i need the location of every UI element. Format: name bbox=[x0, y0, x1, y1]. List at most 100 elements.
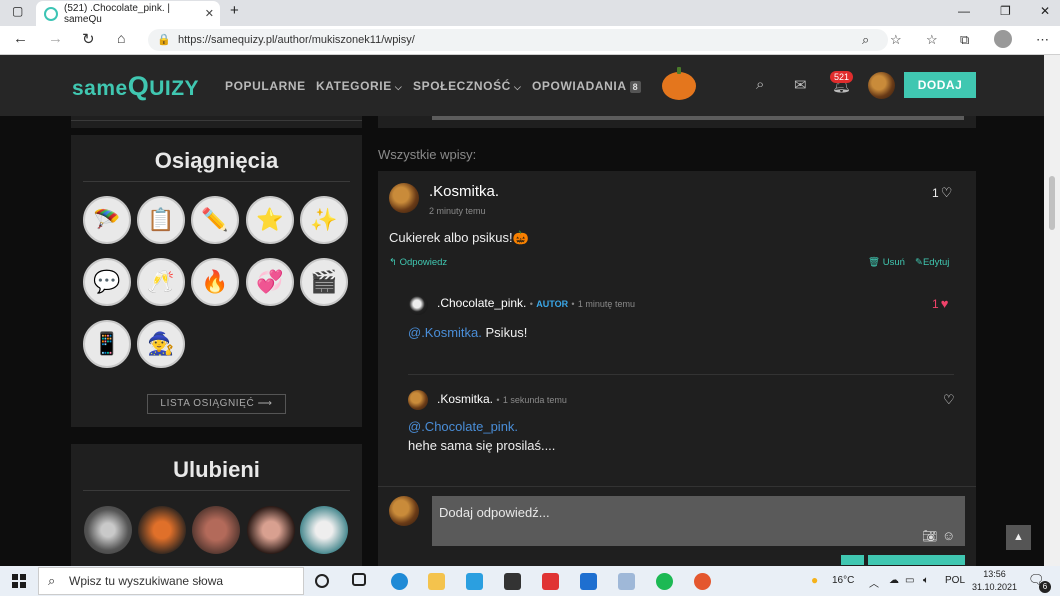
battery-icon[interactable]: ▭ bbox=[905, 575, 914, 586]
mail-app-icon[interactable] bbox=[580, 573, 597, 590]
fire-icon[interactable]: 🔥 bbox=[191, 258, 239, 306]
app-tools-icon[interactable] bbox=[618, 573, 635, 590]
clipboard-icon[interactable]: 📋 bbox=[137, 196, 185, 244]
divider bbox=[83, 181, 350, 182]
close-window-icon[interactable]: ✕ bbox=[1040, 4, 1050, 18]
favourite-user-avatar[interactable] bbox=[192, 506, 240, 554]
profile-avatar-icon[interactable] bbox=[994, 30, 1012, 48]
forward-icon[interactable]: → bbox=[48, 30, 63, 47]
user-avatar[interactable] bbox=[868, 72, 895, 99]
app-l-icon[interactable] bbox=[466, 573, 483, 590]
submit-button-edge[interactable] bbox=[841, 555, 864, 565]
minimize-icon[interactable]: — bbox=[958, 4, 970, 18]
author-badge: AUTOR bbox=[536, 299, 569, 309]
reply-like[interactable]: ♡ bbox=[941, 392, 955, 408]
mail-icon[interactable]: ✉ bbox=[794, 76, 807, 94]
mention-link[interactable]: @.Kosmitka. bbox=[408, 325, 482, 340]
post-like[interactable]: 1 ♡ bbox=[932, 185, 952, 201]
cheers-icon[interactable]: 🥂 bbox=[137, 258, 185, 306]
volume-icon[interactable]: 🔈︎ bbox=[923, 575, 929, 586]
store-icon[interactable] bbox=[504, 573, 521, 590]
favourite-user-avatar[interactable] bbox=[84, 506, 132, 554]
tray-chevron-icon[interactable]: ︿ bbox=[869, 575, 879, 590]
search-icon[interactable]: ⌕ bbox=[756, 76, 764, 93]
weather-sun-icon[interactable]: ● bbox=[811, 573, 818, 587]
menu-opowiadania[interactable]: OPOWIADANIA 8 bbox=[532, 79, 642, 93]
favourite-user-avatar[interactable] bbox=[247, 506, 295, 554]
favourite-user-avatar[interactable] bbox=[300, 506, 348, 554]
director-chair-icon[interactable]: 🎬 bbox=[300, 258, 348, 306]
mention-link[interactable]: @.Chocolate_pink. bbox=[408, 419, 518, 434]
tab-actions-icon[interactable]: ▢ bbox=[12, 4, 23, 18]
scroll-to-top-button[interactable]: ▲ bbox=[1006, 525, 1031, 550]
post-author-avatar[interactable] bbox=[389, 183, 419, 213]
collections-icon[interactable]: ⧉ bbox=[960, 32, 969, 48]
emoji-icon[interactable]: ☺ bbox=[942, 528, 955, 543]
samequizy-logo[interactable]: sameQUIZY bbox=[72, 71, 199, 102]
cortana-icon[interactable] bbox=[315, 574, 329, 588]
url-text: https://samequizy.pl/author/mukiszonek11… bbox=[178, 34, 415, 46]
reply-action[interactable]: ↰ Odpowiedz bbox=[389, 257, 447, 268]
parachute-icon[interactable]: 🪂 bbox=[83, 196, 131, 244]
clock[interactable]: 13:56 31.10.2021 bbox=[972, 568, 1017, 594]
logo-same-text: same bbox=[72, 77, 128, 100]
favorites-icon[interactable]: ☆ bbox=[926, 32, 938, 48]
onedrive-icon[interactable]: ☁ bbox=[889, 575, 899, 586]
post-author-name[interactable]: .Kosmitka. bbox=[429, 183, 499, 200]
reply-like[interactable]: 1 ♥ bbox=[932, 296, 948, 311]
reply-input[interactable]: Dodaj odpowiedź... bbox=[432, 496, 965, 546]
weather-temp[interactable]: 16°C bbox=[832, 575, 854, 586]
browser-tab-bar: ▢ (521) .Chocolate_pink. | sameQu ✕ + — … bbox=[0, 0, 1060, 26]
camera-icon[interactable]: 📷︎ bbox=[922, 529, 937, 543]
spotify-icon[interactable] bbox=[656, 573, 673, 590]
reply-author-avatar[interactable] bbox=[408, 390, 428, 410]
language-indicator[interactable]: POL bbox=[945, 575, 965, 586]
page-scrollbar[interactable] bbox=[1044, 55, 1060, 566]
windows-start-icon[interactable] bbox=[12, 574, 26, 588]
zoom-icon[interactable]: ⌕ bbox=[862, 32, 869, 48]
app-red-icon[interactable] bbox=[542, 573, 559, 590]
browser-tab[interactable]: (521) .Chocolate_pink. | sameQu ✕ bbox=[36, 1, 220, 26]
scrollbar-thumb[interactable] bbox=[1049, 176, 1055, 230]
delete-action[interactable]: 🗑︎ Usuń bbox=[868, 257, 905, 268]
edge-icon[interactable] bbox=[391, 573, 408, 590]
maps-pin-icon[interactable] bbox=[694, 573, 711, 590]
reply-text: hehe sama się prosilaś.... bbox=[408, 438, 556, 453]
refresh-icon[interactable]: ↻ bbox=[82, 30, 95, 48]
submit-reply-button[interactable] bbox=[868, 555, 965, 565]
pencil-icon[interactable]: ✏️ bbox=[191, 196, 239, 244]
menu-kategorie[interactable]: KATEGORIE ⌵ bbox=[316, 79, 402, 93]
address-bar[interactable]: 🔒 https://samequizy.pl/author/mukiszonek… bbox=[148, 29, 888, 51]
taskbar-search[interactable]: ⌕ Wpisz tu wyszukiwane słowa bbox=[38, 567, 304, 595]
reply-author-avatar[interactable] bbox=[408, 295, 428, 315]
reply-mention: @.Chocolate_pink. bbox=[408, 419, 518, 434]
more-menu-icon[interactable]: ⋯ bbox=[1036, 32, 1049, 48]
new-tab-icon[interactable]: + bbox=[230, 2, 239, 19]
menu-spolecznosc[interactable]: SPOŁECZNOŚĆ ⌵ bbox=[413, 79, 521, 93]
file-explorer-icon[interactable] bbox=[428, 573, 445, 590]
reply-time: 1 sekunda temu bbox=[502, 395, 567, 405]
star-icon[interactable]: ⭐ bbox=[246, 196, 294, 244]
reply-author-name[interactable]: .Kosmitka. bbox=[437, 392, 493, 406]
close-tab-icon[interactable]: ✕ bbox=[205, 7, 214, 20]
maximize-icon[interactable]: ❐ bbox=[1000, 4, 1011, 18]
all-posts-label: Wszystkie wpisy: bbox=[378, 147, 477, 162]
stars-icon[interactable]: ✨ bbox=[300, 196, 348, 244]
achievements-list-button[interactable]: LISTA OSIĄGNIĘĆ ⟶ bbox=[147, 394, 286, 414]
favourite-user-avatar[interactable] bbox=[138, 506, 186, 554]
add-button[interactable]: DODAJ bbox=[904, 72, 976, 98]
hearts-icon[interactable]: 💞 bbox=[246, 258, 294, 306]
compose-card-bottom bbox=[378, 116, 976, 128]
reply-like-count: 1 bbox=[932, 297, 939, 311]
reply-author-name[interactable]: .Chocolate_pink. bbox=[437, 296, 526, 310]
back-icon[interactable]: ← bbox=[13, 30, 28, 47]
home-icon[interactable]: ⌂ bbox=[117, 30, 125, 46]
task-view-icon[interactable] bbox=[352, 573, 366, 586]
menu-popularne[interactable]: POPULARNE bbox=[225, 79, 306, 93]
phone-icon[interactable]: 📱 bbox=[83, 320, 131, 368]
taskbar-search-placeholder: Wpisz tu wyszukiwane słowa bbox=[69, 574, 224, 588]
favorite-star-icon[interactable]: ☆ bbox=[890, 32, 902, 48]
witch-icon[interactable]: 🧙 bbox=[137, 320, 185, 368]
edit-action[interactable]: ✎Edytuj bbox=[915, 257, 949, 268]
chat-icon[interactable]: 💬 bbox=[83, 258, 131, 306]
